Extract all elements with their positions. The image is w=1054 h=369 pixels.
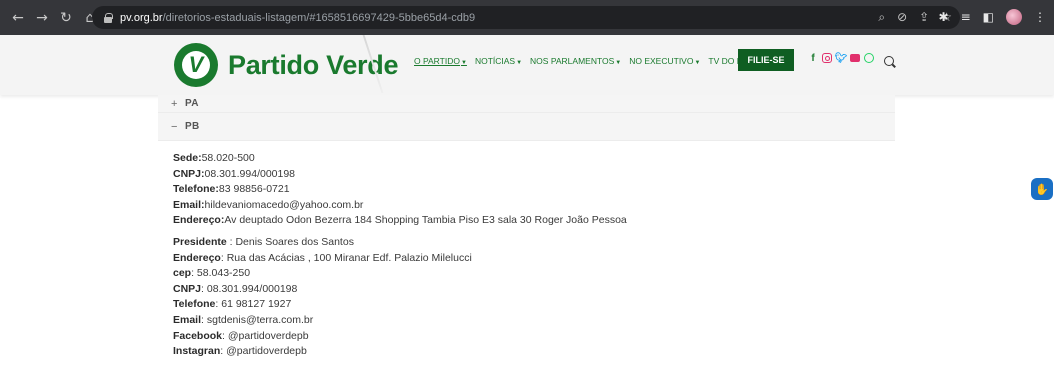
whatsapp-icon[interactable] [864,53,874,63]
nav-item-no-executivo[interactable]: NO EXECUTIVO▼ [629,56,700,66]
lock-icon[interactable] [104,12,113,23]
info-line: Presidente : Denis Soares dos Santos [173,235,880,251]
tracking-icon[interactable]: ⊘ [897,10,907,25]
social-links: f 🐦︎ [808,53,874,64]
info-key: CNPJ: [173,167,205,180]
logo-mark-icon: V [174,43,218,87]
info-line: Sede:58.020-500 [173,151,880,167]
info-value: 58.020-500 [201,152,255,164]
site-header: V Partido Verde O PARTIDO▼ NOTÍCIAS▼ NOS… [0,35,1054,95]
accordion-body-pb: Sede:58.020-500 CNPJ:08.301.994/000198 T… [158,141,895,360]
accordion-header-pb[interactable]: − PB [158,113,895,141]
pb-group-sede: Sede:58.020-500 CNPJ:08.301.994/000198 T… [173,151,880,229]
nav-item-noticias[interactable]: NOTÍCIAS▼ [475,56,522,66]
flickr-icon[interactable] [850,54,860,62]
info-key: Presidente [173,235,227,248]
info-value: : sgtdenis@terra.com.br [201,313,314,326]
info-value: : @partidoverdepb [222,329,309,342]
zoom-icon[interactable]: ⌕ [878,10,885,25]
info-key: Telefone: [173,183,219,196]
menu-kebab-icon[interactable]: ⋮ [1034,10,1046,24]
info-value: Av deuptado Odon Bezerra 184 Shopping Ta… [224,214,627,227]
pb-group-presidente: Presidente : Denis Soares dos Santos End… [173,235,880,360]
info-value: : 08.301.994/000198 [201,282,298,295]
profile-avatar[interactable] [1006,9,1022,25]
chevron-down-icon: ▼ [615,60,622,66]
info-key: Endereço [173,251,221,264]
forward-icon[interactable]: → [32,10,52,26]
reload-icon[interactable]: ↻ [56,10,76,26]
nav-item-o-partido[interactable]: O PARTIDO▼ [414,56,467,66]
filie-se-button[interactable]: FILIE-SE [738,49,794,71]
info-value: : Denis Soares dos Santos [226,235,354,248]
share-icon[interactable]: ⇪ [919,10,929,25]
twitter-icon[interactable]: 🐦︎ [835,53,848,64]
info-line: Endereço: Rua das Acácias , 100 Miranar … [173,251,880,267]
extensions-puzzle-icon[interactable]: ✱ [939,10,949,24]
info-value: : 58.043-250 [191,267,251,280]
chevron-down-icon: ▼ [694,60,701,66]
chevron-down-icon: ▼ [460,60,467,66]
info-line: Facebook: @partidoverdepb [173,329,880,345]
accordion-title: PB [185,121,200,132]
info-value: : Rua das Acácias , 100 Miranar Edf. Pal… [220,251,472,264]
info-line: Email:hildevaniomacedo@yahoo.com.br [173,198,880,214]
main-nav: O PARTIDO▼ NOTÍCIAS▼ NOS PARLAMENTOS▼ NO… [414,56,748,66]
info-value: 83 98856-0721 [218,183,290,196]
info-line: Endereço:Av deuptado Odon Bezerra 184 Sh… [173,213,880,229]
info-line: Telefone:83 98856-0721 [173,182,880,198]
accessibility-hand-icon[interactable]: ✋ [1031,178,1053,200]
info-value: 08.301.994/000198 [204,167,296,180]
back-icon[interactable]: ← [8,10,28,26]
site-logo[interactable]: V Partido Verde [174,43,398,87]
info-line: CNPJ:08.301.994/000198 [173,167,880,183]
browser-nav-buttons: ← → ↻ ⌂ [8,10,100,26]
info-value: hildevaniomacedo@yahoo.com.br [204,198,364,211]
expand-plus-icon: + [171,97,178,110]
accordion-header-pa[interactable]: + PA [158,95,895,113]
instagram-icon[interactable] [822,53,832,63]
directory-accordion: + PA − PB Sede:58.020-500 CNPJ:08.301.99… [158,95,895,369]
logo-mark-letter: V [182,51,210,79]
info-value: : @partidoverdepb [220,345,307,358]
browser-toolbar: ← → ↻ ⌂ pv.org.br/diretorios-estaduais-l… [0,0,1054,35]
collapse-minus-icon: − [171,120,178,133]
reading-list-icon[interactable]: ≡ [961,10,971,24]
info-key: Email [173,313,202,326]
info-line: CNPJ: 08.301.994/000198 [173,282,880,298]
address-bar[interactable]: pv.org.br/diretorios-estaduais-listagem/… [92,6,960,29]
info-key: Facebook [173,329,223,342]
info-line: Email: sgtdenis@terra.com.br [173,313,880,329]
nav-item-nos-parlamentos[interactable]: NOS PARLAMENTOS▼ [530,56,621,66]
info-key: Telefone [173,298,216,311]
info-line: Instagran: @partidoverdepb [173,344,880,360]
chevron-down-icon: ▼ [516,60,523,66]
info-value: : 61 98127 1927 [215,298,292,311]
browser-extensions: ✱ ≡ ◧ ⋮ [939,9,1046,25]
facebook-icon[interactable]: f [808,53,818,64]
url-domain: pv.org.br [120,11,163,24]
info-key: Sede: [173,152,202,164]
info-line: cep: 58.043-250 [173,266,880,282]
info-line: Telefone: 61 98127 1927 [173,297,880,313]
info-key: CNPJ [173,282,202,295]
search-icon[interactable] [884,56,894,66]
info-key: Endereço: [173,214,225,227]
info-key: cep [173,267,192,280]
side-panel-icon[interactable]: ◧ [983,10,994,24]
url-path: /diretorios-estaduais-listagem/#16585166… [162,11,476,24]
accordion-title: PA [185,98,199,109]
info-key: Email: [173,198,205,211]
info-key: Instagran [173,345,221,358]
